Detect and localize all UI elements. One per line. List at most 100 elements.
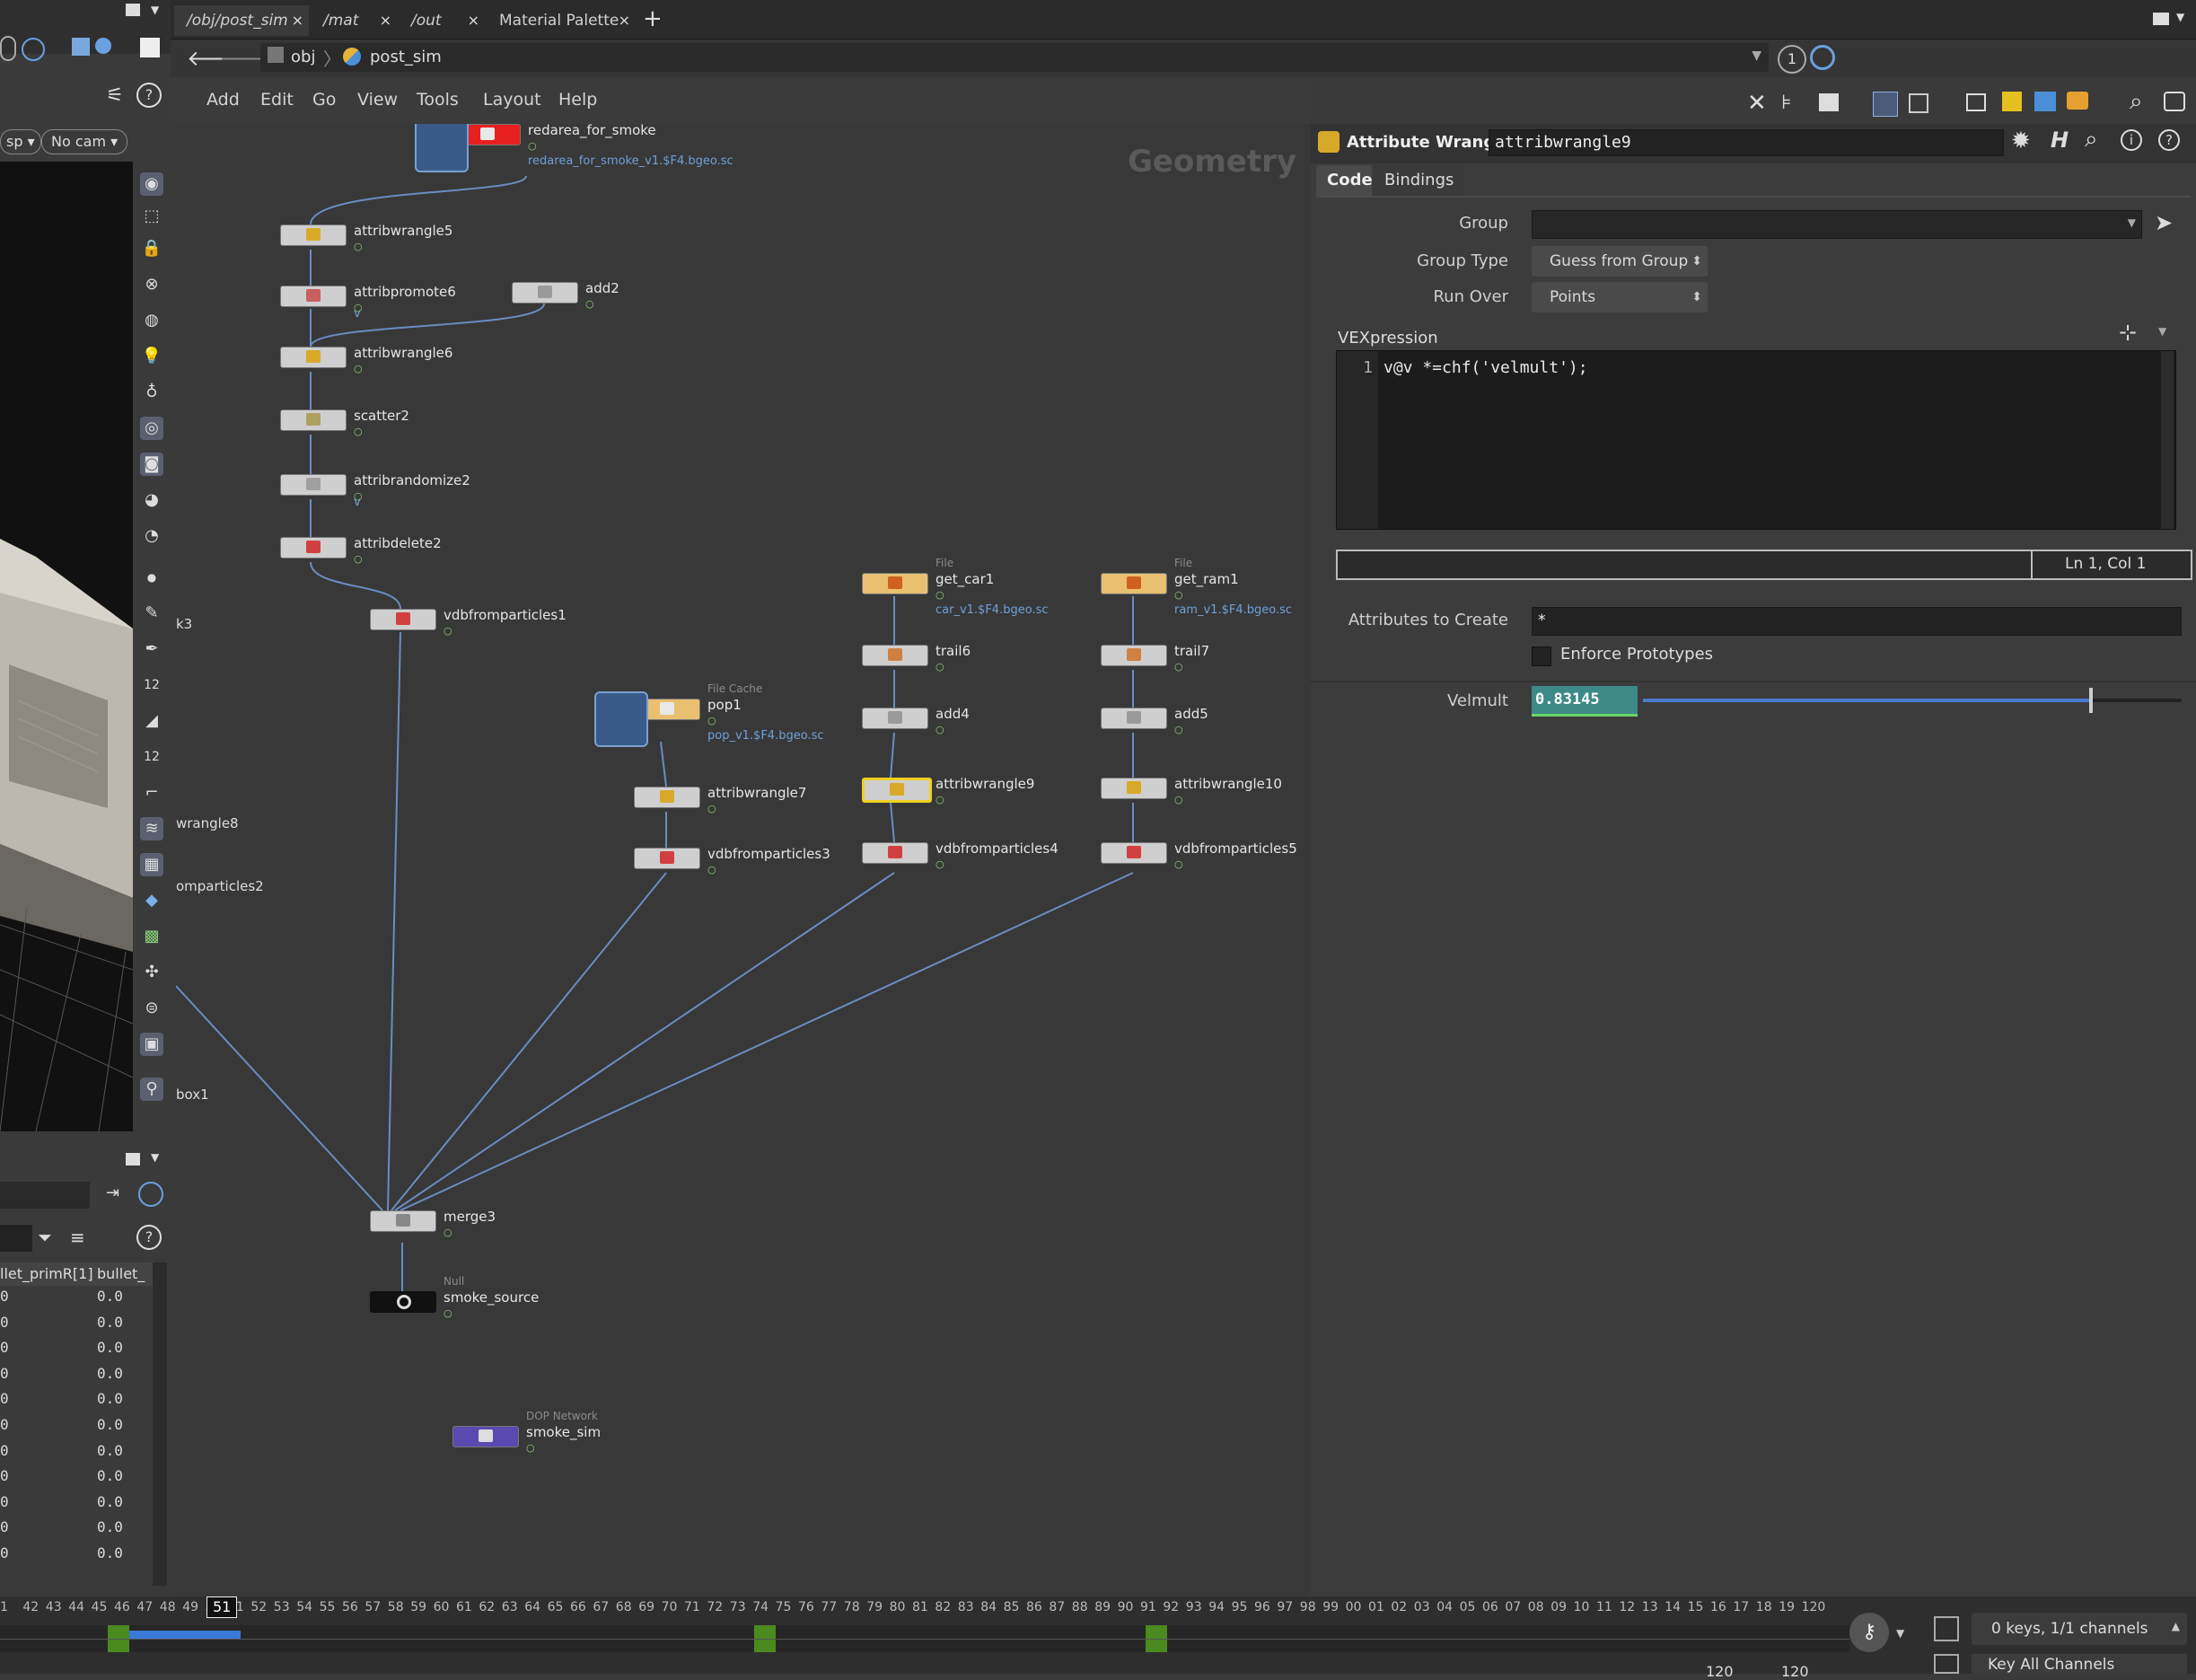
node-body[interactable] [280,409,347,431]
tab-obj-post-sim[interactable]: /obj/post_sim × [174,5,309,36]
tree-icon[interactable]: ⊧ [1781,92,1791,114]
window-icon[interactable] [1966,93,1986,111]
sphere-tool-icon[interactable]: ◎ [140,417,163,440]
node-body[interactable] [280,537,347,559]
close-icon[interactable]: × [292,5,303,36]
circle-icon[interactable]: ⊜ [140,997,163,1020]
chevron-down-icon-3[interactable]: ▼ [2176,11,2184,23]
cube-icon[interactable] [72,38,90,56]
timeline-scrubber[interactable] [0,1625,1849,1652]
chevron-down-icon-5[interactable]: ▼ [2128,216,2136,229]
map-icon[interactable]: ▩ [140,925,163,948]
node-body[interactable] [512,282,578,303]
menu-view[interactable]: View [357,90,398,110]
target-icon[interactable] [22,38,45,61]
twelve-icon[interactable]: 12 [140,673,163,697]
menu-add[interactable]: Add [206,90,240,110]
select-icon[interactable]: ⬚ [140,205,163,228]
dot-icon[interactable]: ● [140,566,163,589]
velmult-field[interactable]: 0.83145 [1532,686,1638,717]
menu-help[interactable]: Help [558,90,597,110]
search-icon[interactable]: ⌕ [2130,88,2143,116]
node-name-field[interactable]: attribwrangle9 [1489,129,2004,156]
close-icon[interactable]: × [380,5,391,36]
pen-icon[interactable]: ✒ [140,638,163,661]
node-body[interactable] [280,224,347,246]
pin-badge[interactable]: 1 [1778,45,1806,74]
menu-tools[interactable]: Tools [417,90,459,110]
chevron-down-icon-6[interactable]: ▼ [2158,325,2166,338]
enforce-prototypes-checkbox[interactable] [1532,646,1551,666]
tools-icon[interactable]: ✕ [1747,90,1767,117]
checker-icon[interactable]: ▦ [140,853,163,876]
sphere-icon[interactable] [95,38,111,54]
refresh-icon[interactable] [1934,1616,1959,1641]
tab-mat[interactable]: /mat × [311,5,397,36]
grid2-icon[interactable] [1909,93,1928,113]
menu-layout[interactable]: Layout [483,90,541,110]
group-field[interactable]: ▼ [1532,210,2142,239]
snap-tool-icon[interactable]: ⊗ [140,273,163,296]
wave-icon[interactable]: ≋ [140,817,163,840]
scene-viewport[interactable] [0,162,133,1131]
info-icon[interactable]: i [2121,129,2142,151]
path-field[interactable]: obj 〉 post_sim ▼ [260,43,1769,72]
add-snippet-icon[interactable]: ⊹ [2119,320,2137,345]
snap-icon[interactable] [0,36,16,61]
sheet-scrollbar[interactable] [153,1262,167,1586]
pencil-icon[interactable]: ✎ [140,602,163,625]
key-icon[interactable]: ⚷ [1849,1613,1889,1652]
folder-icon[interactable] [2067,92,2088,110]
sheet-toolbar-field[interactable] [0,1225,32,1252]
houdini-icon[interactable]: H [2051,128,2069,153]
range-end[interactable]: 120 [1781,1663,1809,1680]
network-editor[interactable]: Geometry redarea_for_smoke File Cache reda… [176,124,1311,1596]
tab-bindings[interactable]: Bindings [1374,165,1463,196]
node-body[interactable] [1101,573,1167,594]
pin-icon[interactable]: ⚲ [140,1077,163,1101]
search-icon-2[interactable]: ⌕ [2085,126,2098,154]
pane-layout-icon-2[interactable] [126,1153,140,1165]
select-arrow-icon[interactable]: ➤ [2155,210,2173,235]
list-view-icon[interactable] [1819,93,1839,111]
curve-icon[interactable] [1934,1654,1959,1674]
node-body[interactable] [862,842,928,864]
light2-icon[interactable]: ♁ [140,381,163,404]
node-body[interactable] [370,609,436,630]
grid-view-icon[interactable] [1873,92,1898,117]
node-body[interactable] [452,1426,519,1447]
diamond-icon[interactable]: ◆ [140,889,163,912]
twelve2-icon[interactable]: 12 [140,745,163,769]
node-body[interactable] [634,787,700,808]
close-icon[interactable]: × [468,5,479,36]
chevron-down-icon-7[interactable]: ▼ [1896,1627,1904,1640]
key-all-channels-button[interactable]: Key All Channels [1972,1654,2187,1674]
scatter-icon[interactable]: ✣ [140,961,163,984]
tab-code[interactable]: Code [1316,165,1373,196]
keys-status[interactable]: 0 keys, 1/1 channels ▲ [1972,1613,2187,1645]
image-view-icon[interactable] [2034,92,2056,111]
eye-toggle-icon[interactable] [2164,92,2185,111]
node-body[interactable] [1101,842,1167,864]
add-tab-icon[interactable]: + [643,5,663,32]
menu-go[interactable]: Go [312,90,336,110]
view-icon[interactable]: ◉ [140,172,163,196]
sticky-note-icon[interactable] [2002,92,2022,111]
chevron-down-icon[interactable]: ▼ [151,4,159,16]
filter-icon[interactable]: ⏷ [38,1227,52,1248]
node-body[interactable] [280,286,347,307]
current-frame-indicator[interactable]: 51 [206,1596,238,1618]
run-over-dropdown[interactable]: Points ⬍ [1532,282,1708,312]
ruler-icon[interactable]: ⌐ [140,781,163,805]
camera-menu[interactable]: No cam ▾ [41,129,128,154]
display-options-icon[interactable]: ⚟ [106,84,124,107]
help-icon[interactable]: ? [136,83,162,108]
chevron-down-icon-2[interactable]: ▼ [151,1151,159,1164]
velmult-slider-track[interactable] [1643,688,2182,713]
link-icon[interactable] [138,1182,163,1207]
link-icon-2[interactable] [1810,45,1835,70]
light-icon[interactable]: 💡 [140,345,163,368]
white-square-icon[interactable] [140,38,160,57]
tab-material-palette[interactable]: Material Palette × [487,5,636,36]
lock-icon[interactable]: 🔒 [140,237,163,260]
